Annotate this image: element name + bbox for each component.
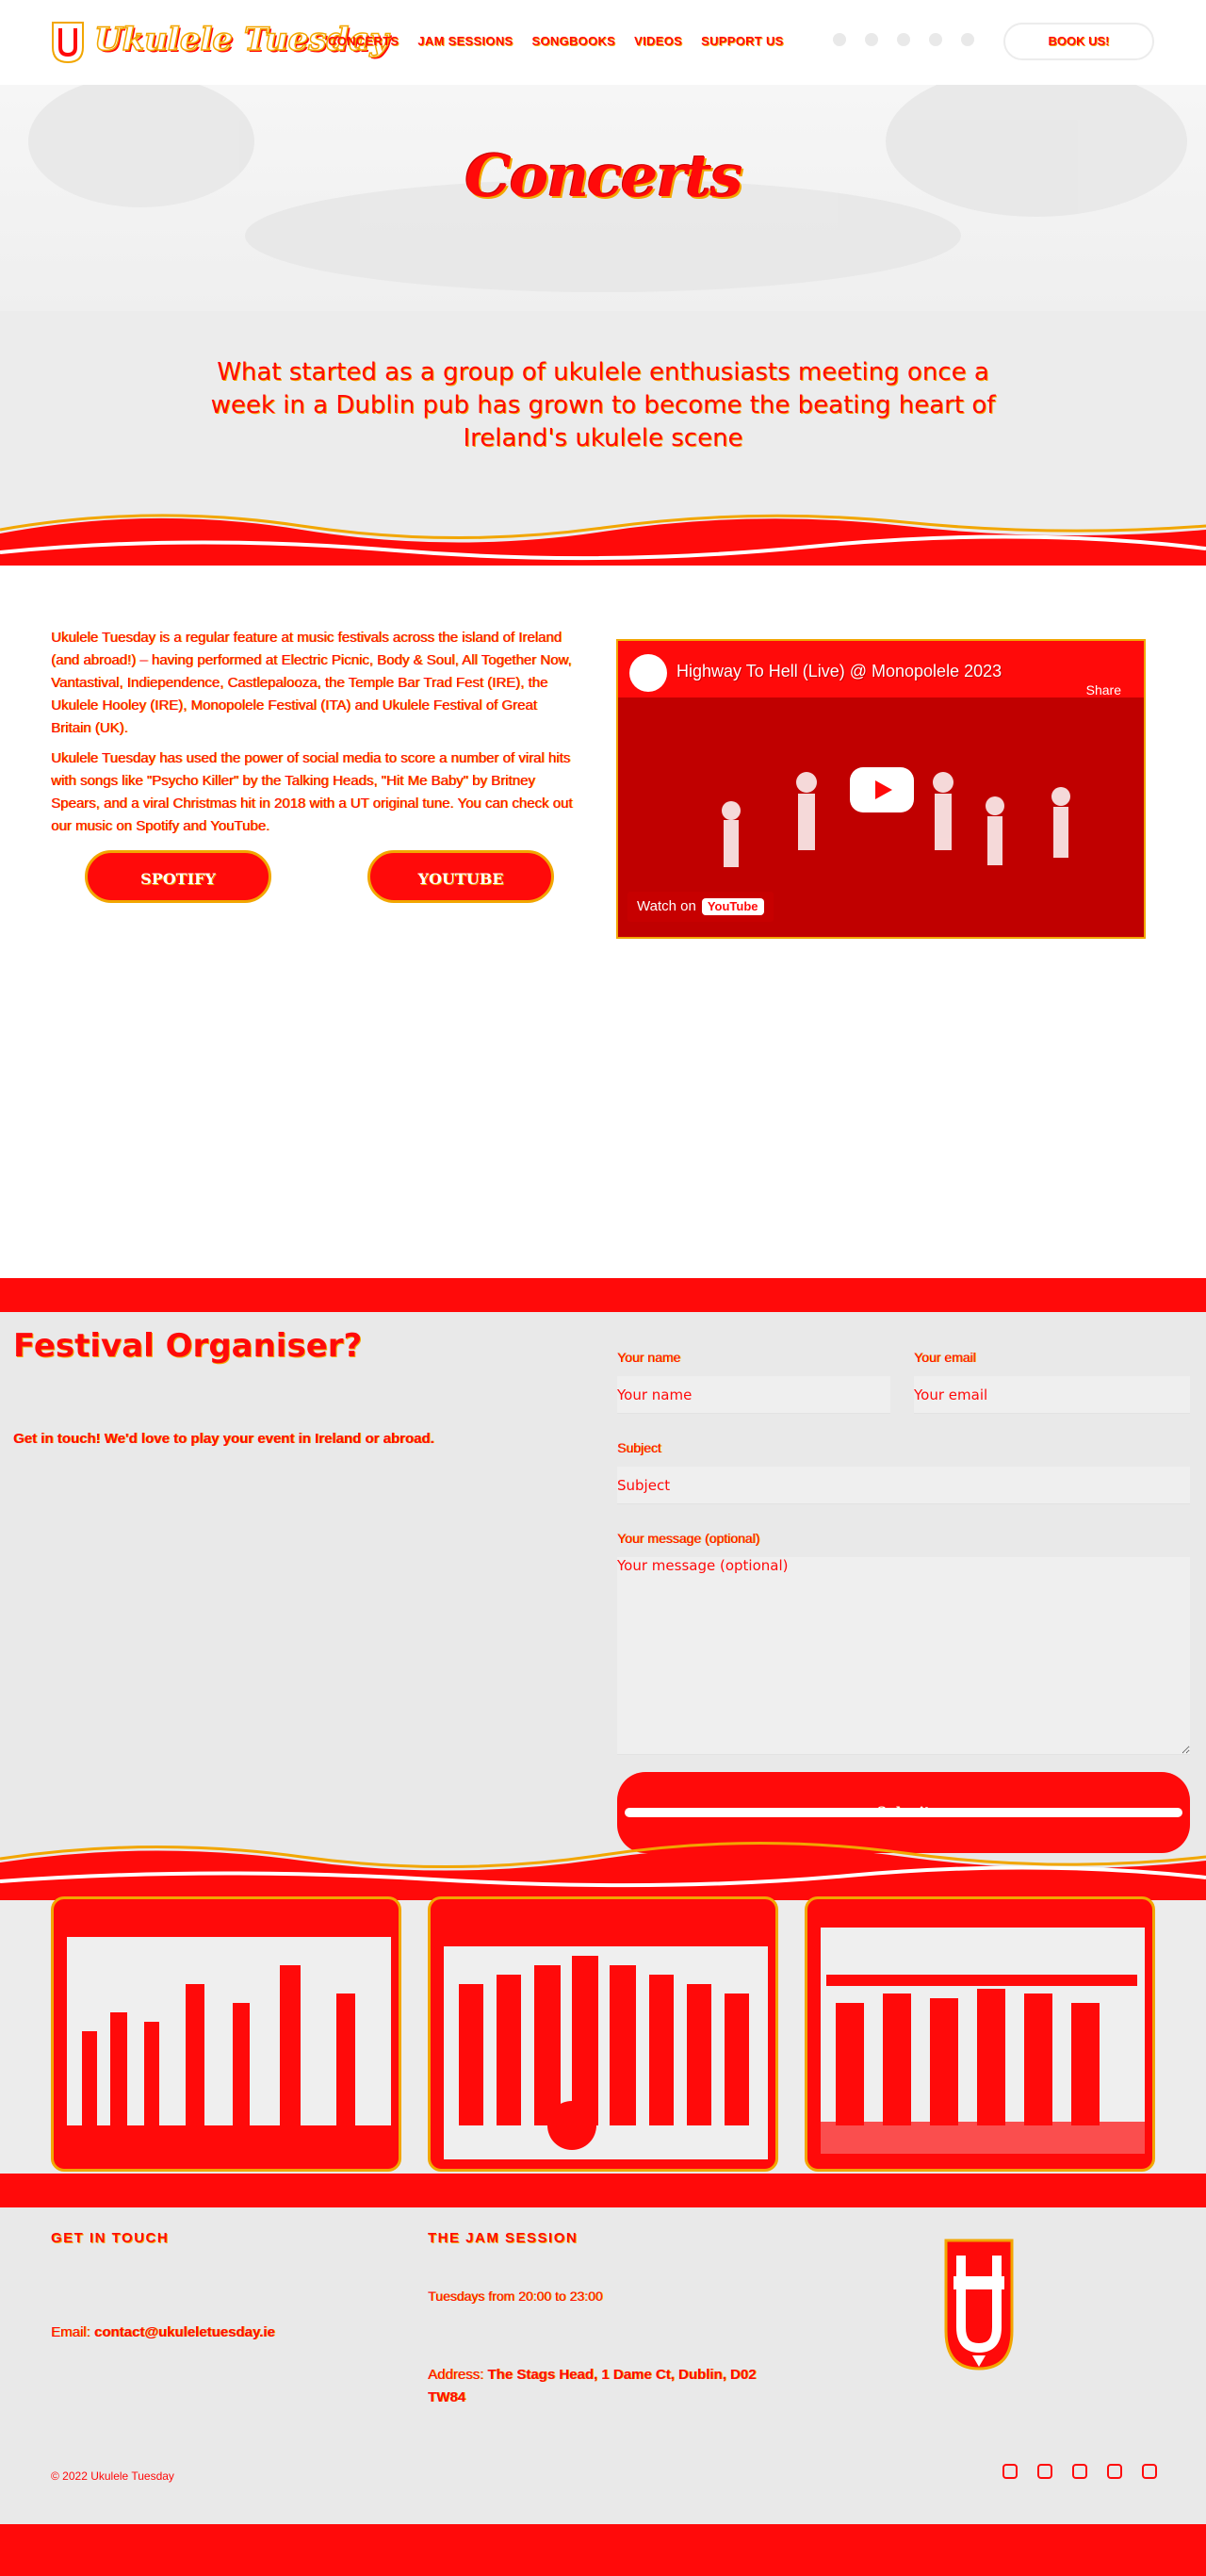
instagram-icon[interactable] xyxy=(833,33,846,46)
footer-address: Address: The Stags Head, 1 Dame Ct, Dubl… xyxy=(428,2364,786,2409)
instagram-icon[interactable] xyxy=(1002,2464,1018,2479)
footer-jam-time: Tuesdays from 20:00 to 23:00 xyxy=(428,2289,603,2304)
nav-songbooks[interactable]: SONGBOOKS xyxy=(532,34,616,48)
red-band xyxy=(0,2174,1206,2207)
hero-section: Ukulele Tuesday CONCERTS JAM SESSIONS SO… xyxy=(0,0,1206,311)
message-field[interactable] xyxy=(617,1557,1190,1755)
youtube-button[interactable]: YOUTUBE xyxy=(367,850,554,903)
footer-email: Email: contact@ukuleletuesday.ie xyxy=(51,2324,275,2340)
watch-on-youtube-button[interactable]: Watch on YouTube xyxy=(627,892,774,922)
wave-divider-top xyxy=(0,514,1206,573)
book-us-button[interactable]: BOOK US! xyxy=(1003,23,1154,60)
nav-jam-sessions[interactable]: JAM SESSIONS xyxy=(417,34,513,48)
email-label: Email: xyxy=(51,2324,90,2340)
footer-social-links xyxy=(1002,2464,1157,2479)
watch-on-label: Watch on xyxy=(637,898,696,914)
email-label: Your email xyxy=(914,1350,976,1365)
footer-contact-heading: GET IN TOUCH xyxy=(51,2230,170,2246)
paragraph-viral-hits: Ukulele Tuesday has used the power of so… xyxy=(51,750,573,834)
whatsapp-icon[interactable] xyxy=(1072,2464,1087,2479)
whatsapp-icon[interactable] xyxy=(897,33,910,46)
paragraph-festivals: Ukulele Tuesday is a regular feature at … xyxy=(51,630,572,736)
email-field[interactable] xyxy=(914,1376,1190,1414)
message-label: Your message (optional) xyxy=(617,1531,760,1546)
youtube-logo-icon: YouTube xyxy=(701,898,764,915)
youtube-icon[interactable] xyxy=(961,33,974,46)
header-social-links xyxy=(833,33,974,46)
spotify-button[interactable]: SPOTIFY xyxy=(85,850,271,903)
logo-icon[interactable] xyxy=(51,21,85,64)
share-button[interactable]: Share xyxy=(1086,682,1121,697)
email-icon[interactable] xyxy=(1107,2464,1122,2479)
concert-photo-1 xyxy=(51,1896,401,2172)
video-title[interactable]: Highway To Hell (Live) @ Monopolele 2023 xyxy=(676,662,1002,681)
name-label: Your name xyxy=(617,1350,681,1365)
organiser-subtitle: Get in touch! We'd love to play your eve… xyxy=(13,1431,434,1447)
play-icon[interactable] xyxy=(850,767,914,812)
organiser-title: Festival Organiser? xyxy=(13,1327,363,1365)
email-icon[interactable] xyxy=(929,33,942,46)
red-band xyxy=(0,1278,1206,1312)
wave-divider-bottom xyxy=(0,1842,1206,1900)
nav-support-us[interactable]: SUPPORT US xyxy=(701,34,784,48)
address-label: Address: xyxy=(428,2367,484,2383)
email-link[interactable]: contact@ukuleletuesday.ie xyxy=(94,2324,275,2340)
concerts-description: Ukulele Tuesday is a regular feature at … xyxy=(51,627,579,845)
video-embed[interactable]: Highway To Hell (Live) @ Monopolele 2023… xyxy=(616,639,1146,939)
youtube-icon[interactable] xyxy=(1142,2464,1157,2479)
concert-photo-2 xyxy=(428,1896,778,2172)
subject-field[interactable] xyxy=(617,1467,1190,1504)
nav-videos[interactable]: VIDEOS xyxy=(634,34,682,48)
name-field[interactable] xyxy=(617,1376,890,1414)
facebook-icon[interactable] xyxy=(865,33,878,46)
main-nav: CONCERTS JAM SESSIONS SONGBOOKS VIDEOS S… xyxy=(328,34,784,48)
footer-logo-icon[interactable] xyxy=(940,2237,1018,2376)
subject-label: Subject xyxy=(617,1440,661,1455)
nav-concerts[interactable]: CONCERTS xyxy=(328,34,399,48)
concert-photo-3 xyxy=(805,1896,1155,2172)
footer-jam-heading: THE JAM SESSION xyxy=(428,2230,579,2246)
intro-text: What started as a group of ukulele enthu… xyxy=(210,358,996,452)
page-title: Concerts xyxy=(464,141,742,210)
facebook-icon[interactable] xyxy=(1037,2464,1052,2479)
channel-avatar[interactable] xyxy=(629,654,667,692)
bottom-bar xyxy=(0,2524,1206,2576)
copyright: © 2022 Ukulele Tuesday xyxy=(51,2469,174,2483)
